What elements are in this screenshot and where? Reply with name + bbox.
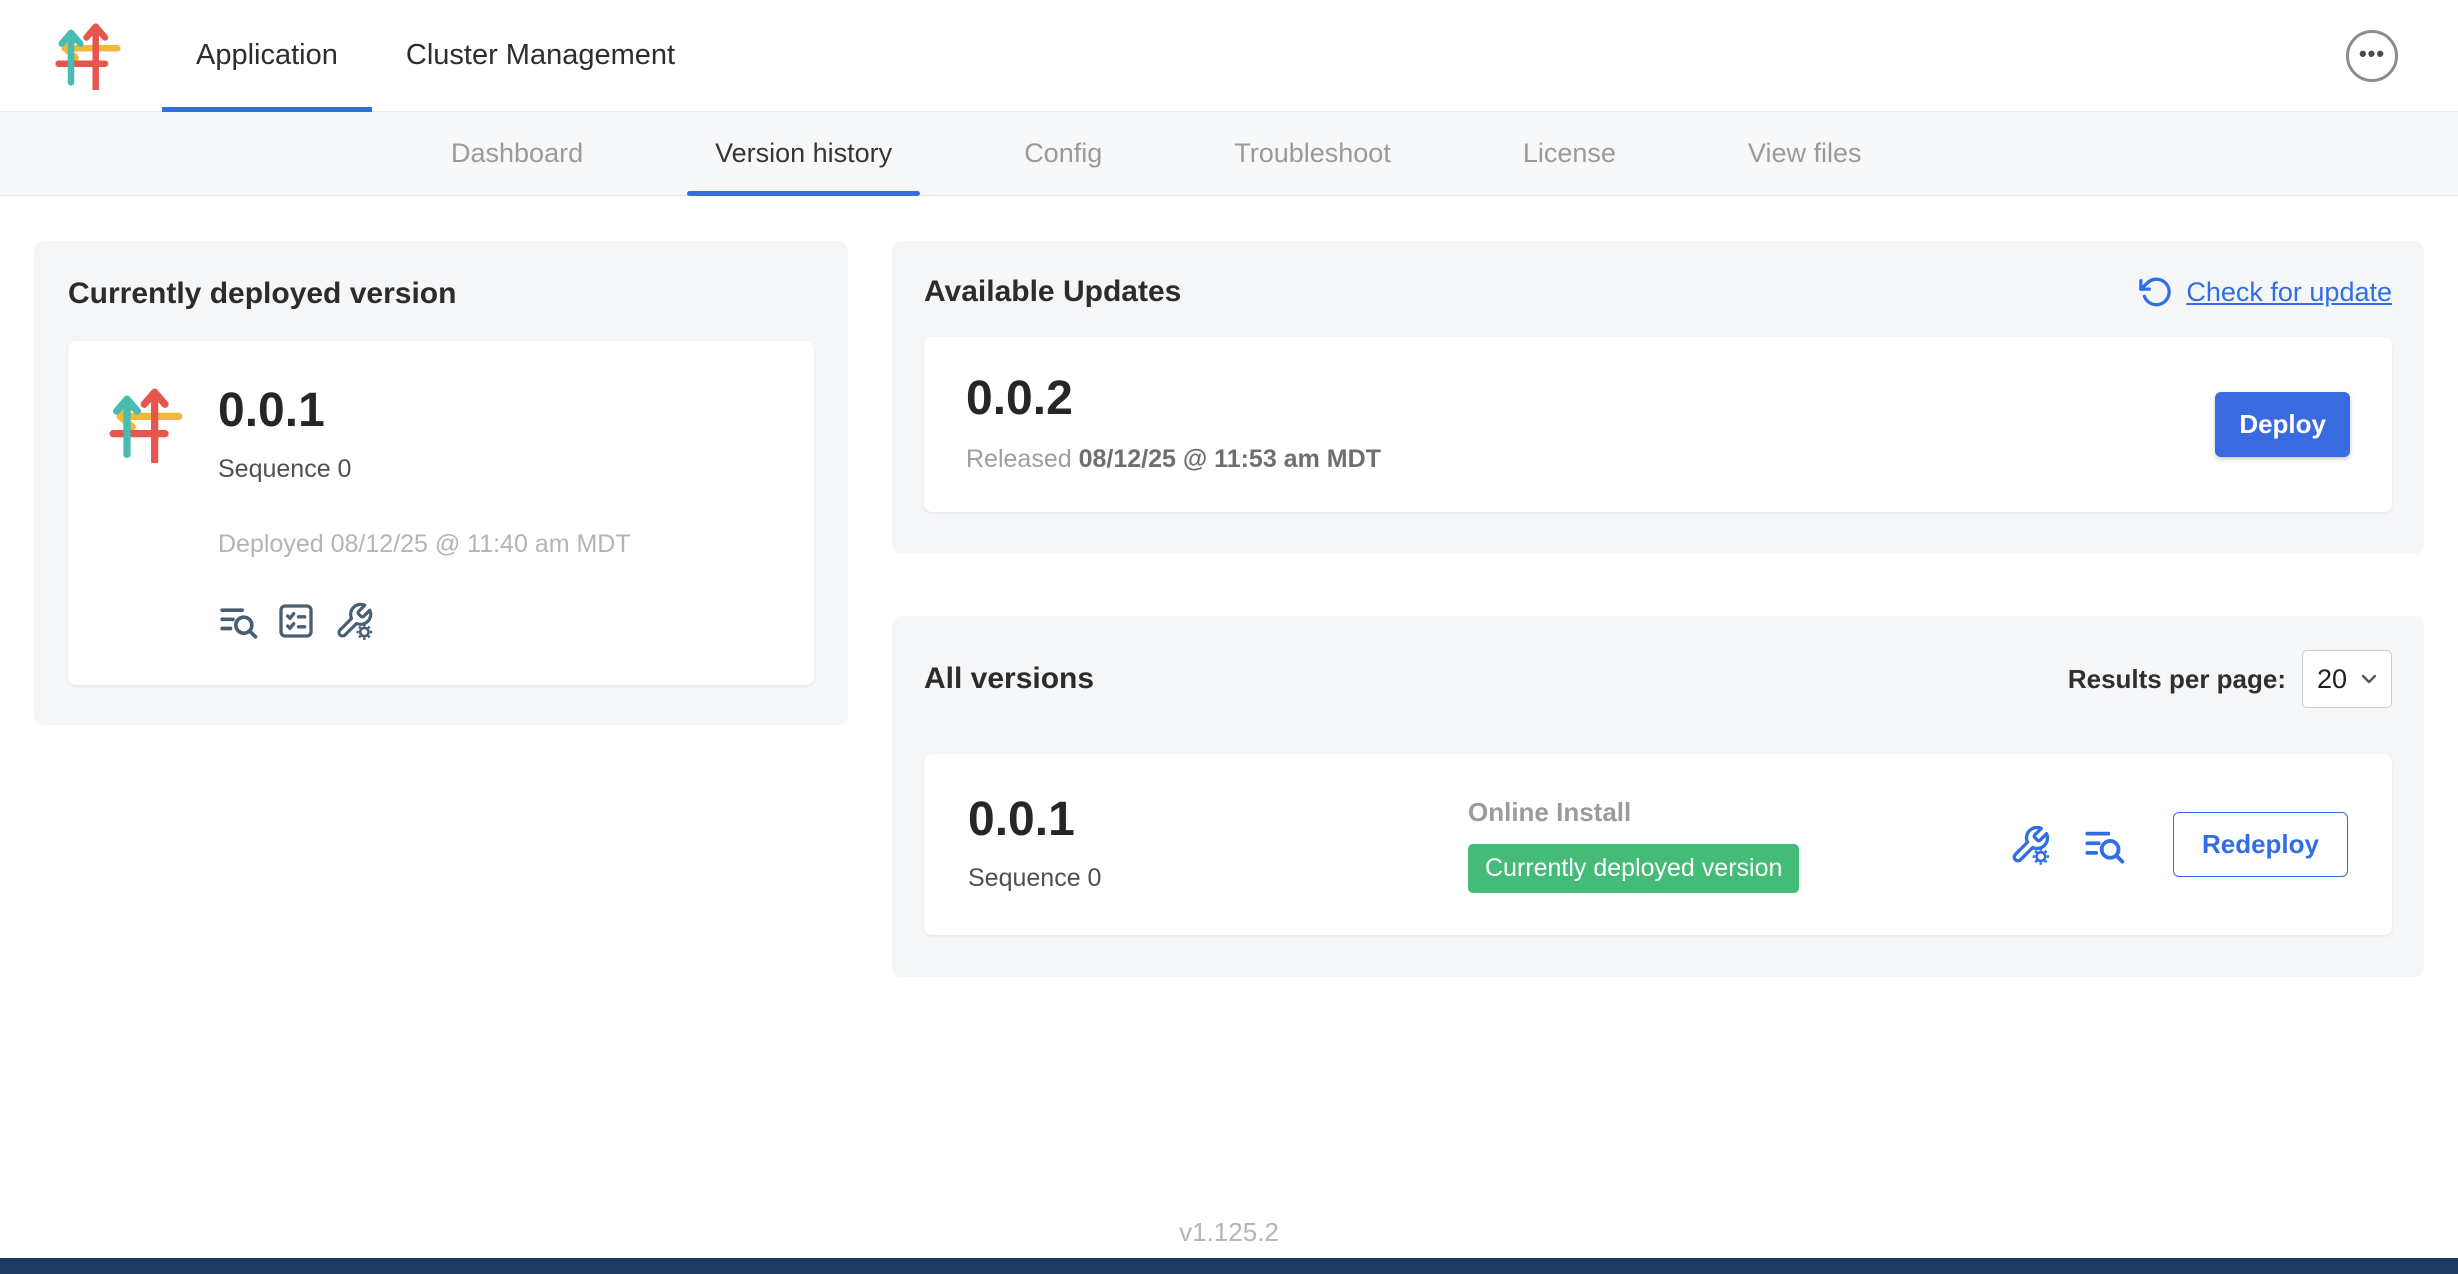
deployed-card-title: Currently deployed version xyxy=(68,277,814,311)
app-logo-icon xyxy=(54,22,122,90)
console-version: v1.125.2 xyxy=(0,1217,2458,1248)
available-updates-card: Available Updates Check for update 0.0.2… xyxy=(892,241,2424,554)
available-updates-title: Available Updates xyxy=(924,275,1181,309)
bottom-strip xyxy=(0,1258,2458,1274)
preflight-checks-button[interactable] xyxy=(276,601,316,641)
row-version-meta: 0.0.1 Sequence 0 xyxy=(968,796,1468,893)
subnav-item-troubleshoot[interactable]: Troubleshoot xyxy=(1206,112,1419,195)
install-type-label: Online Install xyxy=(1468,797,2009,828)
app-subnav: Dashboard Version history Config Trouble… xyxy=(0,112,2458,196)
deploy-logs-button[interactable] xyxy=(218,601,258,641)
deploy-logs-icon xyxy=(2083,824,2125,866)
subnav-item-license[interactable]: License xyxy=(1495,112,1644,195)
deployed-version-meta: 0.0.1 Sequence 0 Deployed 08/12/25 @ 11:… xyxy=(218,387,631,641)
all-versions-card: All versions Results per page: 20 0.0.1 … xyxy=(892,616,2424,977)
subnav-troubleshoot-label: Troubleshoot xyxy=(1234,138,1391,169)
check-for-update-label: Check for update xyxy=(2186,277,2392,308)
row-install-info: Online Install Currently deployed versio… xyxy=(1468,797,2009,893)
update-version-meta: 0.0.2 Released 08/12/25 @ 11:53 am MDT xyxy=(966,375,1381,474)
tab-cluster-management-label: Cluster Management xyxy=(406,39,675,72)
refresh-icon xyxy=(2138,275,2172,309)
right-column: Available Updates Check for update 0.0.2… xyxy=(892,241,2424,977)
subnav-version-history-label: Version history xyxy=(715,138,892,169)
tab-cluster-management[interactable]: Cluster Management xyxy=(372,0,709,111)
deployed-version-actions xyxy=(218,601,631,641)
subnav-item-view-files[interactable]: View files xyxy=(1720,112,1890,195)
deploy-logs-icon xyxy=(218,601,258,641)
kots-admin-console: Application Cluster Management ••• Dashb… xyxy=(0,0,2458,1274)
redeploy-button[interactable]: Redeploy xyxy=(2173,812,2348,877)
edit-config-button[interactable] xyxy=(334,601,374,641)
subnav-item-version-history[interactable]: Version history xyxy=(687,112,920,195)
currently-deployed-card: Currently deployed version 0.0.1 Sequenc… xyxy=(34,241,848,725)
app-icon xyxy=(108,387,184,463)
released-date: 08/12/25 @ 11:53 am MDT xyxy=(1079,445,1381,473)
subnav-item-config[interactable]: Config xyxy=(996,112,1130,195)
available-updates-header: Available Updates Check for update xyxy=(924,275,2392,309)
row-actions: Redeploy xyxy=(2009,812,2348,877)
deployed-version-number: 0.0.1 xyxy=(218,387,631,435)
edit-config-icon xyxy=(334,601,374,641)
deployed-sequence: Sequence 0 xyxy=(218,455,631,484)
all-versions-header: All versions Results per page: 20 xyxy=(924,650,2392,708)
chevron-down-icon xyxy=(2357,667,2381,691)
subnav-item-dashboard[interactable]: Dashboard xyxy=(423,112,611,195)
preflight-checks-icon xyxy=(276,601,316,641)
results-per-page-label: Results per page: xyxy=(2068,664,2286,695)
subnav-config-label: Config xyxy=(1024,138,1102,169)
check-for-update-link[interactable]: Check for update xyxy=(2138,275,2392,309)
top-nav: Application Cluster Management xyxy=(162,0,709,111)
update-row: 0.0.2 Released 08/12/25 @ 11:53 am MDT D… xyxy=(924,337,2392,512)
results-per-page-select[interactable]: 20 xyxy=(2302,650,2392,708)
main-content: Currently deployed version 0.0.1 Sequenc… xyxy=(0,196,2458,977)
released-prefix: Released xyxy=(966,445,1072,473)
deployed-timestamp: Deployed 08/12/25 @ 11:40 am MDT xyxy=(218,530,631,559)
ellipsis-icon: ••• xyxy=(2359,43,2385,65)
row-edit-config-button[interactable] xyxy=(2009,824,2051,866)
tab-application[interactable]: Application xyxy=(162,0,372,111)
deployed-version-panel: 0.0.1 Sequence 0 Deployed 08/12/25 @ 11:… xyxy=(68,341,814,685)
update-version-number: 0.0.2 xyxy=(966,375,1381,423)
all-versions-title: All versions xyxy=(924,662,1094,696)
subnav-dashboard-label: Dashboard xyxy=(451,138,583,169)
version-row: 0.0.1 Sequence 0 Online Install Currentl… xyxy=(924,754,2392,935)
subnav-view-files-label: View files xyxy=(1748,138,1862,169)
row-version-number: 0.0.1 xyxy=(968,796,1468,844)
tab-application-label: Application xyxy=(196,39,338,72)
overflow-menu-button[interactable]: ••• xyxy=(2346,30,2398,82)
results-per-page-value: 20 xyxy=(2317,664,2347,695)
row-deploy-logs-button[interactable] xyxy=(2083,824,2125,866)
edit-config-icon xyxy=(2009,824,2051,866)
currently-deployed-badge: Currently deployed version xyxy=(1468,844,1799,893)
results-per-page: Results per page: 20 xyxy=(2068,650,2392,708)
row-sequence: Sequence 0 xyxy=(968,864,1468,893)
released-line: Released 08/12/25 @ 11:53 am MDT xyxy=(966,445,1381,474)
top-bar: Application Cluster Management ••• xyxy=(0,0,2458,112)
subnav-license-label: License xyxy=(1523,138,1616,169)
deploy-button[interactable]: Deploy xyxy=(2215,392,2350,457)
